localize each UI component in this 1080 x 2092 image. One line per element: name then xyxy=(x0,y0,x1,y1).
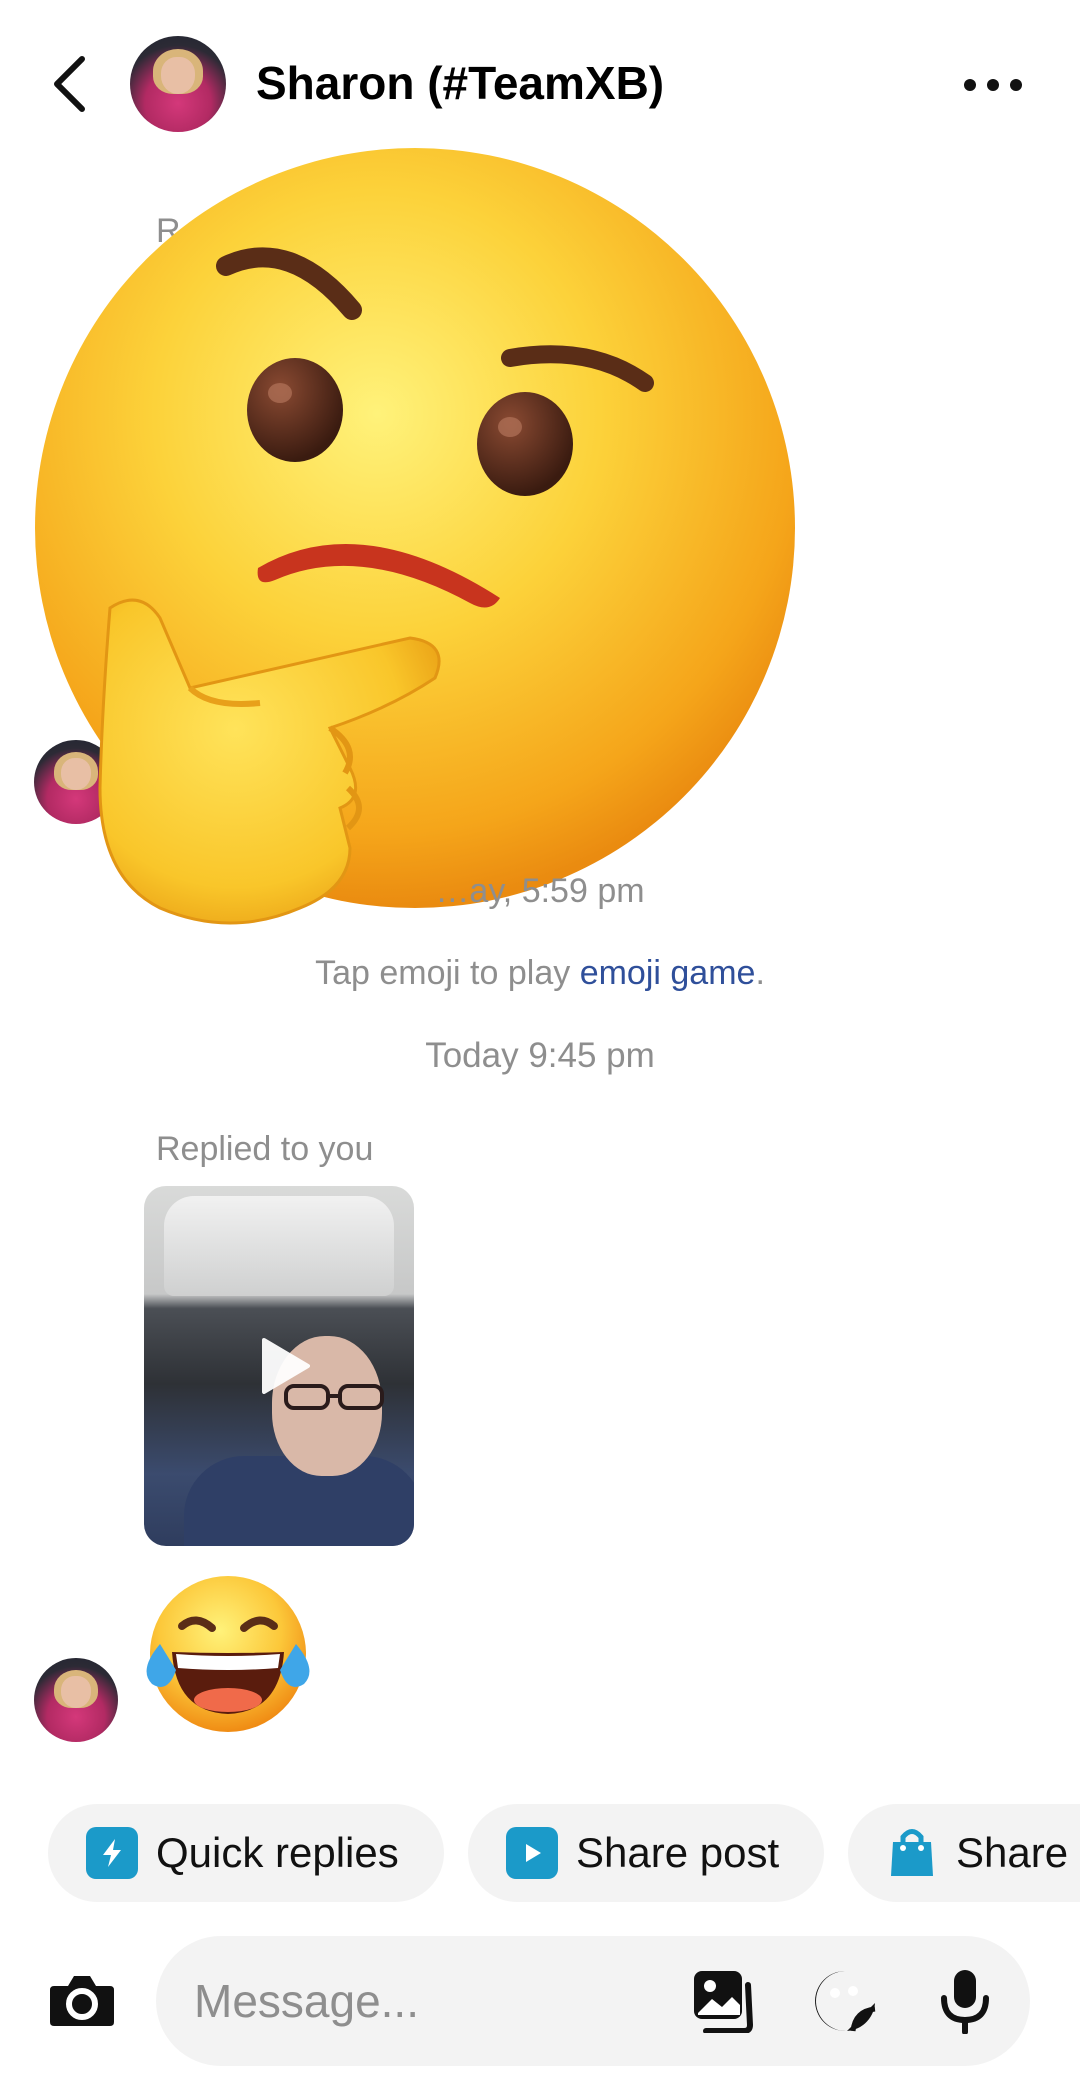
gallery-button[interactable] xyxy=(690,1966,760,2036)
back-button[interactable] xyxy=(44,52,94,116)
sticker-icon xyxy=(815,1971,876,2032)
message-composer[interactable]: Message... xyxy=(156,1936,1030,2066)
gallery-icon xyxy=(694,1971,754,2033)
sticker-button[interactable] xyxy=(810,1966,880,2036)
more-dot xyxy=(964,79,976,91)
camera-icon xyxy=(50,1976,114,2026)
message-input[interactable]: Message... xyxy=(194,1974,419,2028)
share-chip[interactable]: Share xyxy=(848,1804,1080,1902)
replied-label: Replied to you xyxy=(156,1130,374,1168)
play-icon[interactable] xyxy=(254,1336,314,1396)
chat-header: Sharon (#TeamXB) xyxy=(0,0,1080,170)
emoji-game-hint: Tap emoji to play emoji game. xyxy=(0,954,1080,993)
more-options-button[interactable] xyxy=(958,60,1028,110)
chip-label: Share xyxy=(956,1829,1069,1876)
timestamp: Today 9:45 pm xyxy=(425,1036,655,1075)
more-dot xyxy=(1010,79,1022,91)
face-with-tears-of-joy-emoji[interactable] xyxy=(142,1574,314,1734)
page-title[interactable]: Sharon (#TeamXB) xyxy=(256,56,664,110)
more-dot xyxy=(987,79,999,91)
chevron-left-icon xyxy=(54,56,85,112)
camera-button[interactable] xyxy=(46,1964,118,2036)
chip-label: Quick replies xyxy=(156,1829,399,1876)
avatar[interactable] xyxy=(130,36,226,132)
quick-actions-bar: Quick replies Share post Share xyxy=(0,1804,1080,1902)
video-reply-thumbnail[interactable] xyxy=(144,1186,414,1546)
microphone-icon xyxy=(941,1970,989,2034)
quick-reply-icon xyxy=(86,1827,138,1879)
emoji-game-link[interactable]: emoji game xyxy=(580,954,756,992)
chip-label: Share post xyxy=(576,1829,780,1876)
avatar[interactable] xyxy=(34,1658,118,1742)
timestamp: …ay, 5:59 pm xyxy=(435,872,645,910)
shopping-bag-icon xyxy=(886,1827,938,1879)
hint-text: Tap emoji to play xyxy=(315,954,580,992)
share-post-icon xyxy=(506,1827,558,1879)
thinking-face-emoji[interactable] xyxy=(30,148,800,928)
microphone-button[interactable] xyxy=(930,1966,1000,2036)
quick-replies-chip[interactable]: Quick replies xyxy=(48,1804,444,1902)
share-post-chip[interactable]: Share post xyxy=(468,1804,824,1902)
hint-suffix: . xyxy=(755,954,765,992)
